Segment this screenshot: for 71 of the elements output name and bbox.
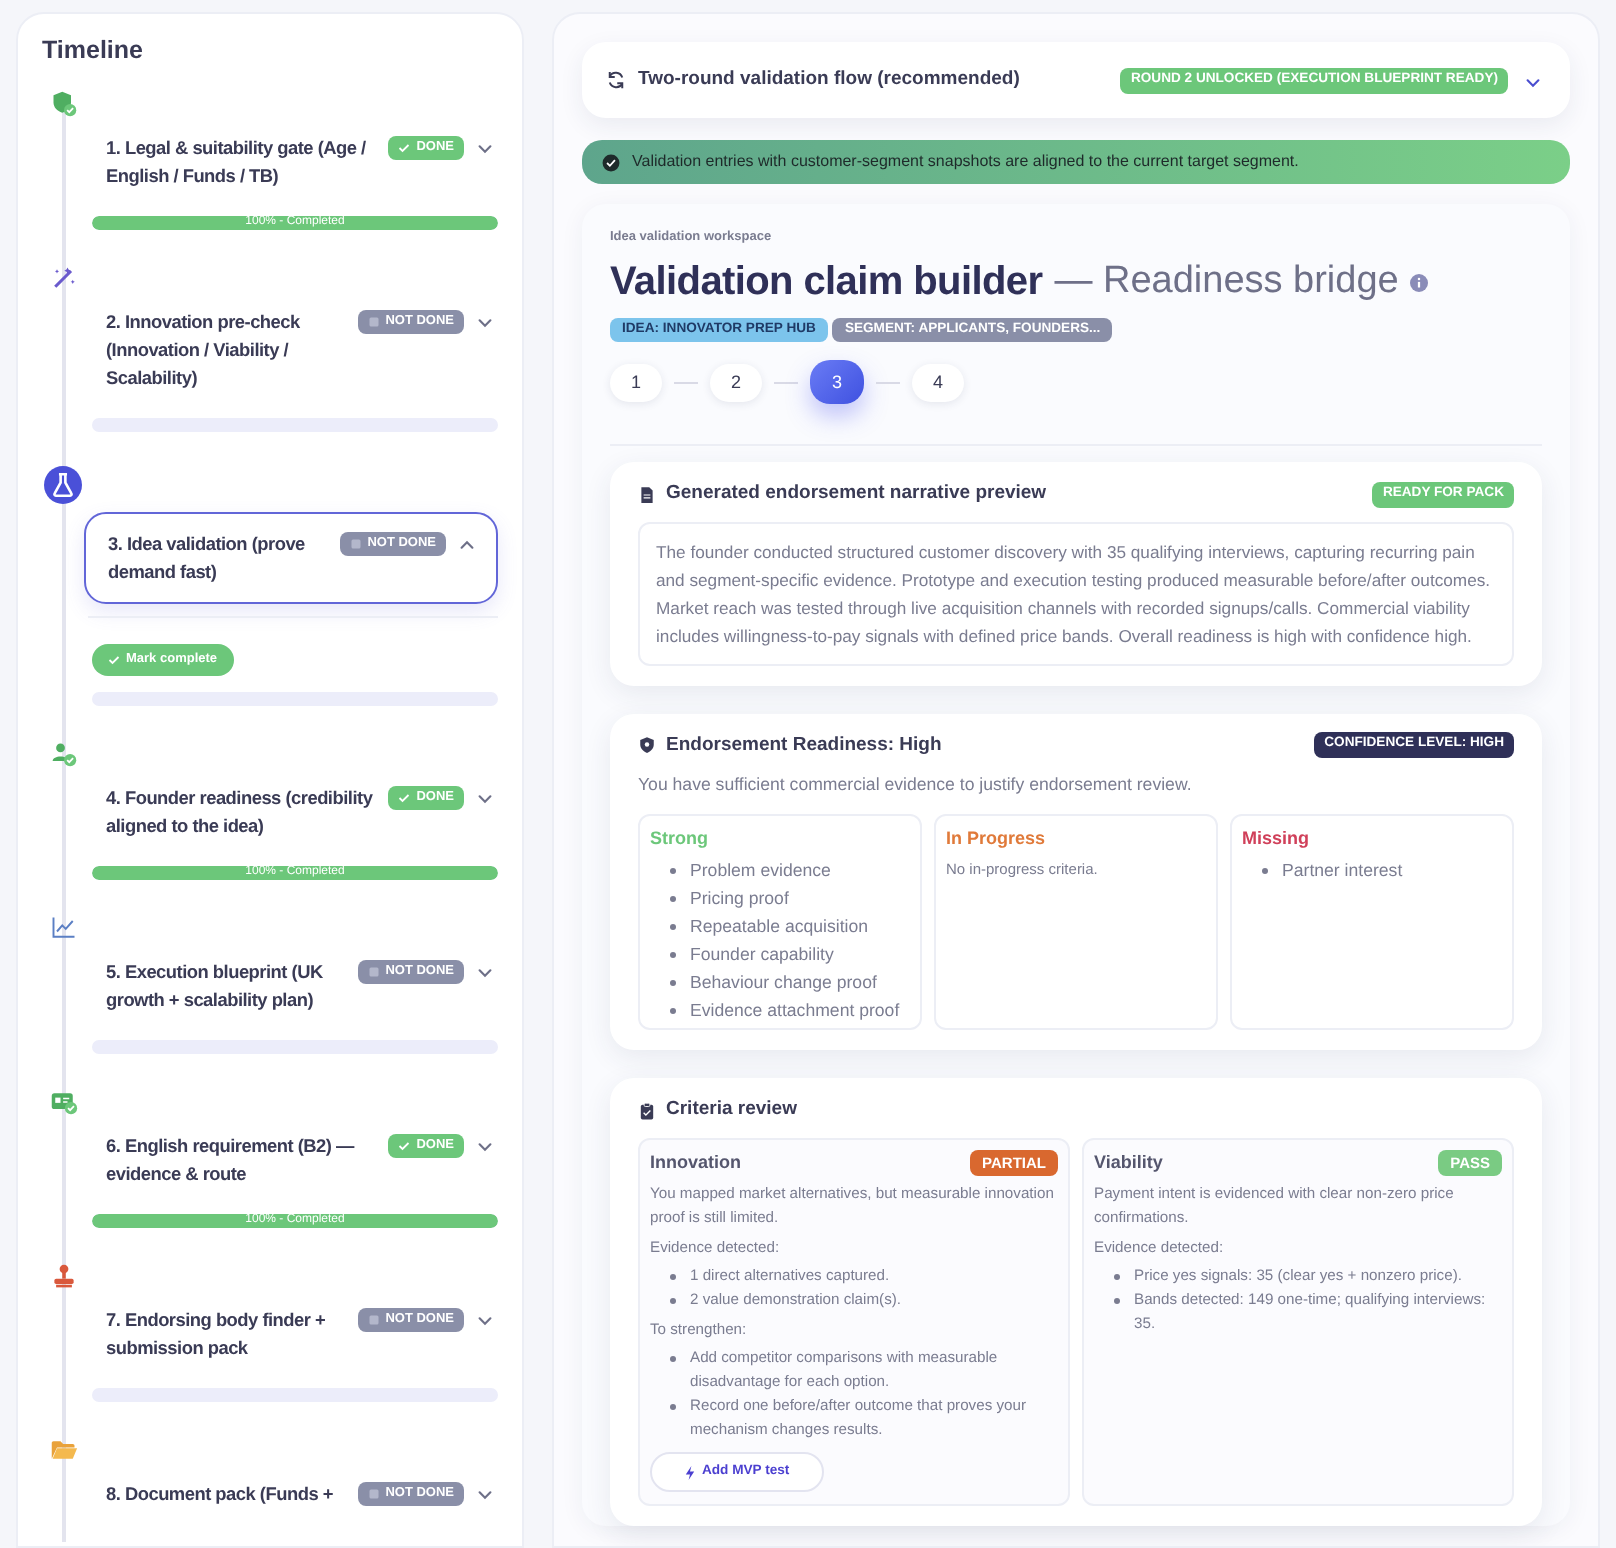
card-title: Endorsement Readiness: High — [666, 731, 944, 760]
step-title[interactable]: 1. Legal & suitability gate (Age / English / Funds / TB) — [106, 133, 381, 190]
shield-check-icon — [50, 89, 78, 118]
check-circle-icon — [602, 153, 620, 172]
bullet-icon — [1114, 1273, 1120, 1280]
card-title: Criteria review — [666, 1096, 799, 1125]
column-heading: In Progress — [946, 825, 1048, 852]
bullet-icon — [670, 1008, 676, 1015]
lightning-icon — [684, 1465, 696, 1480]
list-item: Founder capability — [690, 942, 834, 969]
alert-text: Validation entries with customer-segment snapshots are aligned to the current target segment. — [632, 150, 1299, 175]
bullet-icon — [670, 980, 676, 987]
square-icon — [349, 538, 362, 550]
bullet-icon — [670, 1403, 676, 1410]
check-icon — [398, 142, 411, 154]
magic-wand-icon — [50, 263, 78, 292]
shield-icon — [638, 736, 656, 755]
list-item: Repeatable acquisition — [690, 914, 869, 941]
bullet-icon — [1114, 1297, 1120, 1304]
step-button[interactable]: 4 — [912, 363, 964, 402]
step-button[interactable]: 3 — [810, 360, 864, 405]
bullet-icon — [1262, 868, 1268, 875]
document-icon — [638, 485, 656, 504]
check-icon — [108, 653, 120, 666]
criterion-name: Viability — [1094, 1149, 1163, 1176]
bullet-icon — [670, 868, 676, 875]
bullet-icon — [670, 1273, 676, 1280]
bullet-icon — [670, 1355, 676, 1362]
workspace-subtitle: — Readiness bridge — [1054, 257, 1399, 306]
flask-icon — [44, 465, 82, 504]
step-title[interactable]: 4. Founder readiness (credibility aligned to the idea) — [106, 783, 381, 840]
list-item: Problem evidence — [690, 858, 831, 885]
flow-title: Two-round validation flow (recommended) — [638, 66, 1022, 94]
square-icon — [367, 1487, 380, 1500]
column-heading: Missing — [1242, 825, 1312, 852]
step-title[interactable]: 2. Innovation pre-check (Innovation / Viability / Scalability) — [106, 307, 350, 392]
id-card-icon — [50, 1087, 78, 1116]
bullet-icon — [670, 1297, 676, 1304]
square-icon — [367, 1313, 380, 1326]
list-item: Behaviour change proof — [690, 970, 877, 997]
step-title[interactable]: 3. Idea validation (prove demand fast) — [108, 529, 332, 586]
workspace-title: Validation claim builder — [610, 258, 1043, 308]
square-icon — [367, 965, 380, 978]
info-icon — [1410, 273, 1429, 291]
square-icon — [367, 316, 380, 328]
bullet-icon — [670, 896, 676, 903]
list-item: Pricing proof — [690, 886, 789, 913]
card-title: Generated endorsement narrative preview — [666, 480, 1049, 509]
readiness-summary: You have sufficient commercial evidence to justify endorsement review. — [638, 771, 1194, 798]
step-button[interactable]: 2 — [710, 363, 762, 402]
step-title[interactable]: 6. English requirement (B2) — evidence & route — [106, 1131, 381, 1188]
criterion-name: Innovation — [650, 1149, 741, 1176]
folder-icon — [50, 1435, 78, 1464]
clipboard-check-icon — [638, 1102, 656, 1121]
check-icon — [398, 1139, 411, 1152]
step-title[interactable]: 7. Endorsing body finder + submission pack — [106, 1305, 350, 1362]
list-item: Partner interest — [1282, 858, 1403, 885]
column-heading: Strong — [650, 825, 710, 852]
list-item: Evidence attachment proof — [690, 998, 900, 1025]
bullet-icon — [670, 952, 676, 959]
narrative-text: The founder conducted structured customer discovery with 35 qualifying interviews, capturing recurring pain and segment-specific evidence. Prototype and execution testing produced measurable before/after outcomes. Market reach was tested through live acquisition channels with recorded signups/calls. Commercial viability includes willingness-to-pay signals with defined price bands. Overall readiness is high with confidence high. — [638, 521, 1514, 666]
user-check-icon — [50, 739, 78, 768]
refresh-icon — [606, 70, 626, 91]
step-title[interactable]: 5. Execution blueprint (UK growth + scalability plan) — [106, 957, 350, 1014]
stamp-icon — [50, 1261, 78, 1290]
bullet-icon — [670, 924, 676, 931]
timeline-title: Timeline — [42, 34, 145, 68]
step-title[interactable]: 8. Document pack (Funds + — [106, 1479, 350, 1508]
check-icon — [398, 791, 411, 804]
line-chart-icon — [50, 913, 78, 942]
step-button[interactable]: 1 — [610, 363, 662, 402]
